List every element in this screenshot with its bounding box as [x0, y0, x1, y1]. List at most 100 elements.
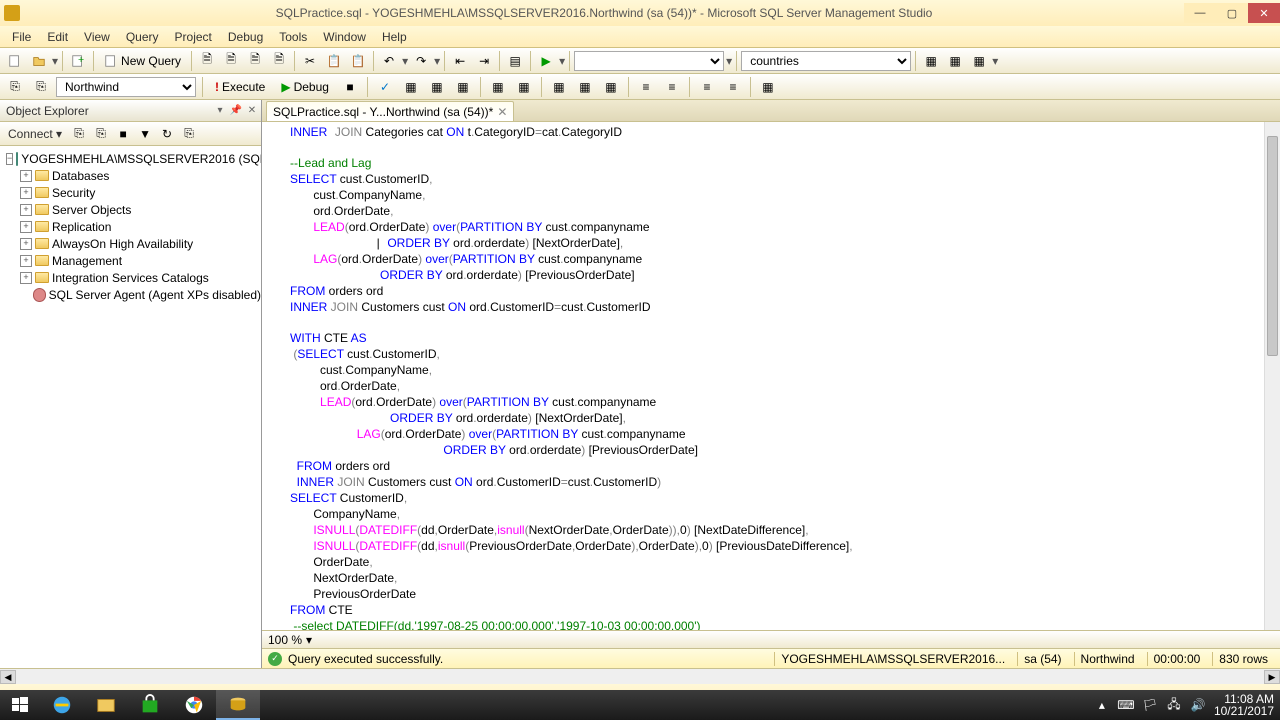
expand-icon[interactable]: +: [20, 204, 32, 216]
tree-alwayson[interactable]: +AlwaysOn High Availability: [0, 235, 261, 252]
q-icon-8[interactable]: ▦: [600, 76, 622, 98]
connect-button[interactable]: Connect ▾: [4, 125, 66, 143]
tb-icon-2[interactable]: 🗎: [220, 50, 242, 72]
db-icon-2[interactable]: ⎘: [30, 76, 52, 98]
scroll-right-icon[interactable]: ▶: [1264, 670, 1280, 684]
cut-icon[interactable]: ✂: [299, 50, 321, 72]
q-icon-1[interactable]: ▦: [400, 76, 422, 98]
tb-icon-4[interactable]: 🗎: [268, 50, 290, 72]
oe-dropdown-icon[interactable]: ▾: [213, 104, 227, 118]
tray-action-icon[interactable]: 🏳: [1142, 697, 1158, 713]
expand-icon[interactable]: +: [20, 221, 32, 233]
open-icon[interactable]: [28, 50, 50, 72]
oe-pin-icon[interactable]: 📌: [229, 104, 243, 118]
taskbar-ie[interactable]: [40, 690, 84, 720]
taskbar-ssms[interactable]: [216, 690, 260, 720]
paste-icon[interactable]: 📋: [347, 50, 369, 72]
editor-vertical-scrollbar[interactable]: [1264, 122, 1280, 630]
expand-icon[interactable]: +: [20, 255, 32, 267]
tb-icon-3[interactable]: 🗎: [244, 50, 266, 72]
tray-volume-icon[interactable]: 🔊: [1190, 697, 1206, 713]
indent-icon[interactable]: ≡: [635, 76, 657, 98]
minimize-button[interactable]: —: [1184, 3, 1216, 23]
outdent-icon[interactable]: ≡: [661, 76, 683, 98]
add-icon[interactable]: +: [67, 50, 89, 72]
solution-combo[interactable]: [574, 51, 724, 71]
debug-button[interactable]: ▶Debug: [275, 78, 335, 96]
nav-icon-2[interactable]: ⇥: [473, 50, 495, 72]
tray-keyboard-icon[interactable]: ⌨: [1118, 697, 1134, 713]
taskbar-chrome[interactable]: [172, 690, 216, 720]
parse-icon[interactable]: ✓: [374, 76, 396, 98]
q-icon-2[interactable]: ▦: [426, 76, 448, 98]
tray-up-icon[interactable]: ▴: [1094, 697, 1110, 713]
start-button[interactable]: [0, 690, 40, 720]
collapse-icon[interactable]: −: [6, 153, 13, 165]
menu-edit[interactable]: Edit: [39, 28, 76, 46]
maximize-button[interactable]: ▢: [1216, 3, 1248, 23]
menu-tools[interactable]: Tools: [271, 28, 315, 46]
tb-icon-1[interactable]: 🗎: [196, 50, 218, 72]
menu-debug[interactable]: Debug: [220, 28, 271, 46]
taskbar-explorer[interactable]: [84, 690, 128, 720]
zoom-dropdown-icon[interactable]: ▾: [306, 633, 312, 647]
tray-network-icon[interactable]: 🖧: [1166, 697, 1182, 713]
nav-icon-1[interactable]: ⇤: [449, 50, 471, 72]
oe-tb-4[interactable]: ▼: [136, 125, 154, 143]
oe-tb-1[interactable]: ⎘: [70, 125, 88, 143]
new-project-icon[interactable]: [4, 50, 26, 72]
q-icon-5[interactable]: ▦: [513, 76, 535, 98]
tray-clock[interactable]: 11:08 AM 10/21/2017: [1214, 693, 1274, 717]
db-icon-1[interactable]: ⎘: [4, 76, 26, 98]
tree-sql-agent[interactable]: SQL Server Agent (Agent XPs disabled): [0, 286, 261, 303]
menu-window[interactable]: Window: [315, 28, 374, 46]
props-icon[interactable]: ▤: [504, 50, 526, 72]
tree-security[interactable]: +Security: [0, 184, 261, 201]
code-editor[interactable]: INNER JOIN Categories cat ON t.CategoryI…: [262, 122, 1280, 630]
execute-button[interactable]: !Execute: [209, 78, 271, 96]
redo-icon[interactable]: ↷: [410, 50, 432, 72]
oe-tb-6[interactable]: ⎘: [180, 125, 198, 143]
object-explorer-tree[interactable]: − YOGESHMEHLA\MSSQLSERVER2016 (SQL +Data…: [0, 146, 261, 668]
menu-view[interactable]: View: [76, 28, 118, 46]
menu-project[interactable]: Project: [167, 28, 220, 46]
horizontal-scrollbar[interactable]: ◀ ▶: [0, 668, 1280, 684]
tb-end-3[interactable]: ▦: [968, 50, 990, 72]
expand-icon[interactable]: +: [20, 170, 32, 182]
tree-server-root[interactable]: − YOGESHMEHLA\MSSQLSERVER2016 (SQL: [0, 150, 261, 167]
close-button[interactable]: ✕: [1248, 3, 1280, 23]
q-icon-end[interactable]: ▦: [757, 76, 779, 98]
comment-icon[interactable]: ≡: [696, 76, 718, 98]
copy-icon[interactable]: 📋: [323, 50, 345, 72]
oe-close-icon[interactable]: ✕: [245, 104, 259, 118]
new-query-button[interactable]: New Query: [98, 52, 187, 70]
editor-tab[interactable]: SQLPractice.sql - Y...Northwind (sa (54)…: [266, 101, 514, 121]
taskbar-store[interactable]: [128, 690, 172, 720]
undo-icon[interactable]: ↶: [378, 50, 400, 72]
oe-tb-5[interactable]: ↻: [158, 125, 176, 143]
expand-icon[interactable]: +: [20, 238, 32, 250]
menu-file[interactable]: File: [4, 28, 39, 46]
q-icon-3[interactable]: ▦: [452, 76, 474, 98]
tree-management[interactable]: +Management: [0, 252, 261, 269]
uncomment-icon[interactable]: ≡: [722, 76, 744, 98]
q-icon-4[interactable]: ▦: [487, 76, 509, 98]
tb-end-2[interactable]: ▦: [944, 50, 966, 72]
tb-end-1[interactable]: ▦: [920, 50, 942, 72]
tree-replication[interactable]: +Replication: [0, 218, 261, 235]
expand-icon[interactable]: +: [20, 187, 32, 199]
q-icon-6[interactable]: ▦: [548, 76, 570, 98]
scroll-left-icon[interactable]: ◀: [0, 670, 16, 684]
menu-query[interactable]: Query: [118, 28, 167, 46]
tree-databases[interactable]: +Databases: [0, 167, 261, 184]
expand-icon[interactable]: +: [20, 272, 32, 284]
tree-server-objects[interactable]: +Server Objects: [0, 201, 261, 218]
countries-combo[interactable]: countries: [741, 51, 911, 71]
database-select[interactable]: Northwind: [56, 77, 196, 97]
q-icon-7[interactable]: ▦: [574, 76, 596, 98]
tab-close-icon[interactable]: ✕: [497, 105, 507, 119]
oe-tb-3[interactable]: ■: [114, 125, 132, 143]
menu-help[interactable]: Help: [374, 28, 415, 46]
stop-icon[interactable]: ■: [339, 76, 361, 98]
play-icon[interactable]: ▶: [535, 50, 557, 72]
